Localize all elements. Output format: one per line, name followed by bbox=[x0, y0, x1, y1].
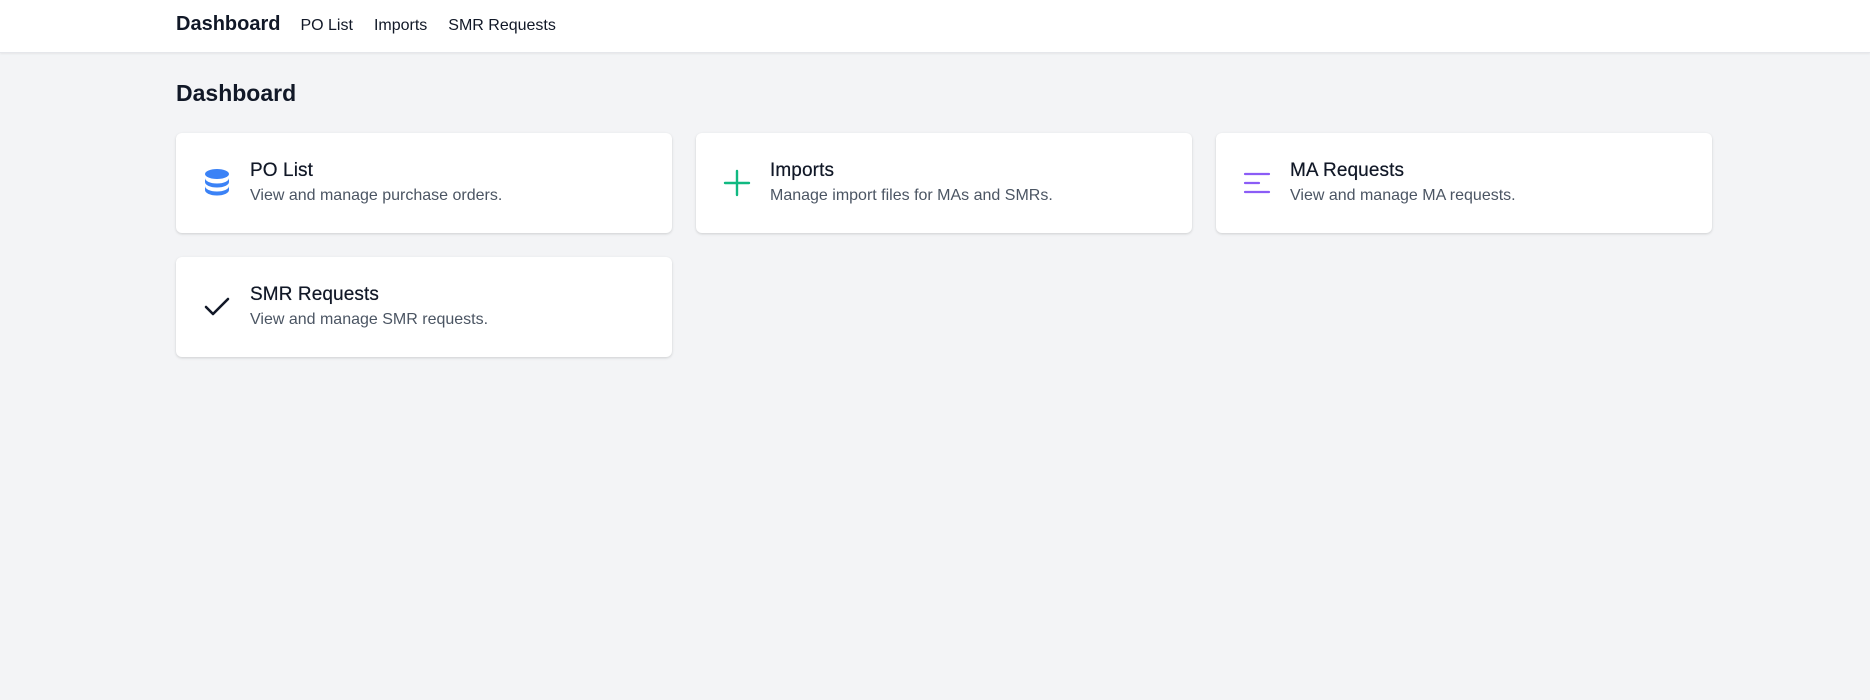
nav-link-smr-requests[interactable]: SMR Requests bbox=[448, 17, 556, 35]
card-text: PO List View and manage purchase orders. bbox=[250, 159, 502, 207]
menu-lines-icon bbox=[1242, 168, 1272, 198]
card-text: Imports Manage import files for MAs and … bbox=[770, 159, 1053, 207]
card-title: MA Requests bbox=[1290, 160, 1405, 181]
card-description: View and manage purchase orders. bbox=[250, 187, 503, 204]
card-title: SMR Requests bbox=[250, 284, 379, 305]
page-title: Dashboard bbox=[176, 80, 297, 106]
card-po-list[interactable]: PO List View and manage purchase orders. bbox=[176, 133, 672, 233]
nav-brand-dashboard[interactable]: Dashboard bbox=[176, 13, 280, 36]
card-title: Imports bbox=[770, 160, 835, 181]
nav-link-po-list[interactable]: PO List bbox=[300, 17, 352, 35]
card-description: Manage import files for MAs and SMRs. bbox=[770, 187, 1053, 204]
card-imports[interactable]: Imports Manage import files for MAs and … bbox=[696, 133, 1192, 233]
dashboard-card-grid: PO List View and manage purchase orders.… bbox=[176, 133, 1712, 357]
check-icon bbox=[202, 292, 232, 322]
card-description: View and manage SMR requests. bbox=[250, 311, 489, 328]
top-navbar: Dashboard PO List Imports SMR Requests bbox=[0, 0, 1870, 53]
database-icon bbox=[202, 168, 232, 198]
card-ma-requests[interactable]: MA Requests View and manage MA requests. bbox=[1216, 133, 1712, 233]
nav-link-imports[interactable]: Imports bbox=[374, 17, 427, 35]
nav-bar: Dashboard PO List Imports SMR Requests bbox=[176, 0, 577, 52]
card-text: MA Requests View and manage MA requests. bbox=[1290, 159, 1516, 207]
plus-icon bbox=[722, 168, 752, 198]
card-smr-requests[interactable]: SMR Requests View and manage SMR request… bbox=[176, 257, 672, 357]
card-title: PO List bbox=[250, 160, 313, 181]
card-description: View and manage MA requests. bbox=[1290, 187, 1516, 204]
card-text: SMR Requests View and manage SMR request… bbox=[250, 283, 488, 331]
